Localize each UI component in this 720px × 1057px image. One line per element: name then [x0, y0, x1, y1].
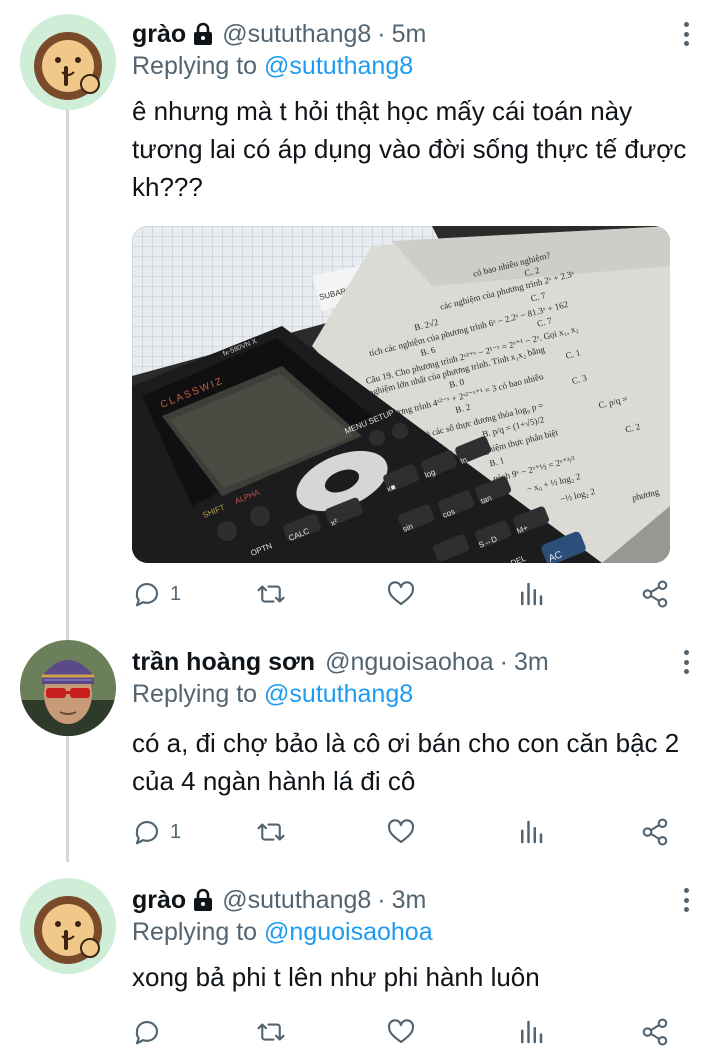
tweet-text: xong bả phi t lên như phi hành luôn: [132, 962, 540, 992]
like-button[interactable]: [386, 814, 416, 850]
avatar[interactable]: [20, 640, 116, 736]
tweet-actions: 1: [132, 814, 678, 850]
replying-to-label: Replying to: [132, 680, 258, 708]
more-options-icon[interactable]: [680, 884, 692, 916]
tweet-header: grào @sututhang8 · 3m: [132, 884, 426, 916]
tweet-text: có a, đi chợ bảo là cô ơi bán cho con că…: [132, 728, 680, 796]
user-handle[interactable]: @nguoisaohoa: [325, 648, 494, 677]
reply-icon: [135, 583, 159, 607]
retweet-button[interactable]: [256, 1014, 286, 1050]
retweet-icon: [257, 823, 285, 841]
reply-count: 1: [170, 582, 182, 605]
tweet-header: trần hoàng sơn @nguoisaohoa · 3m: [132, 646, 549, 678]
user-handle[interactable]: @sututhang8: [222, 20, 371, 49]
analytics-button[interactable]: [516, 576, 546, 612]
share-icon: [642, 580, 668, 608]
mention-link[interactable]: @sututhang8: [264, 52, 413, 80]
reply-button[interactable]: [132, 1014, 170, 1050]
replying-to: Replying to @sututhang8: [132, 52, 413, 81]
replying-to: Replying to @nguoisaohoa: [132, 918, 433, 947]
tweet[interactable]: grào @sututhang8 · 5m Replying to @sutut…: [0, 0, 720, 630]
user-handle[interactable]: @sututhang8: [222, 886, 371, 915]
tweet[interactable]: grào @sututhang8 · 3m Replying to @nguoi…: [0, 866, 720, 1057]
tweet-actions: [132, 1014, 678, 1050]
separator-dot: ·: [377, 19, 386, 48]
timestamp[interactable]: 3m: [392, 886, 427, 915]
replying-to-label: Replying to: [132, 52, 258, 80]
lock-icon: [192, 22, 214, 46]
avatar[interactable]: [20, 878, 116, 974]
retweet-button[interactable]: [256, 576, 286, 612]
display-name[interactable]: grào: [132, 20, 186, 49]
share-button[interactable]: [640, 1014, 670, 1050]
user-photo-avatar: [20, 640, 116, 736]
tweet-header: grào @sututhang8 · 5m: [132, 18, 426, 50]
analytics-button[interactable]: [516, 814, 546, 850]
replying-to-label: Replying to: [132, 918, 258, 946]
retweet-icon: [257, 585, 285, 603]
mention-link[interactable]: @nguoisaohoa: [264, 918, 433, 946]
tweet-actions: 1: [132, 576, 678, 612]
separator-dot: ·: [377, 885, 386, 914]
mention-link[interactable]: @sututhang8: [264, 680, 413, 708]
more-options-icon[interactable]: [680, 18, 692, 50]
share-button[interactable]: [640, 576, 670, 612]
timestamp[interactable]: 5m: [392, 20, 427, 49]
share-button[interactable]: [640, 814, 670, 850]
replying-to: Replying to @sututhang8: [132, 680, 413, 709]
more-options-icon[interactable]: [680, 646, 692, 678]
timestamp[interactable]: 3m: [514, 648, 549, 677]
like-button[interactable]: [386, 1014, 416, 1050]
reply-button[interactable]: 1: [132, 576, 181, 612]
lion-avatar-icon: [20, 878, 116, 974]
analytics-icon: [521, 820, 543, 844]
like-button[interactable]: [386, 576, 416, 612]
heart-icon: [387, 819, 415, 844]
tweet[interactable]: trần hoàng sơn @nguoisaohoa · 3m Replyin…: [0, 628, 720, 868]
reply-icon: [135, 821, 159, 845]
analytics-icon: [521, 1020, 543, 1044]
calculator-photo: SUBARU có bao nhiêu nghiệm? C. 2 các ngh…: [132, 226, 670, 563]
tweet-media-image[interactable]: SUBARU có bao nhiêu nghiệm? C. 2 các ngh…: [132, 226, 670, 563]
lock-icon: [192, 888, 214, 912]
separator-dot: ·: [499, 647, 508, 676]
reply-button[interactable]: 1: [132, 814, 181, 850]
share-icon: [642, 818, 668, 846]
heart-icon: [387, 581, 415, 606]
display-name[interactable]: trần hoàng sơn: [132, 648, 315, 677]
avatar[interactable]: [20, 14, 116, 110]
lion-avatar-icon: [20, 14, 116, 110]
reply-count: 1: [170, 820, 182, 843]
reply-icon: [135, 1021, 159, 1045]
retweet-icon: [257, 1023, 285, 1041]
heart-icon: [387, 1019, 415, 1044]
retweet-button[interactable]: [256, 814, 286, 850]
display-name[interactable]: grào: [132, 886, 186, 915]
tweet-text: ê nhưng mà t hỏi thật học mấy cái toán n…: [132, 96, 687, 202]
analytics-button[interactable]: [516, 1014, 546, 1050]
analytics-icon: [521, 582, 543, 606]
share-icon: [642, 1018, 668, 1046]
